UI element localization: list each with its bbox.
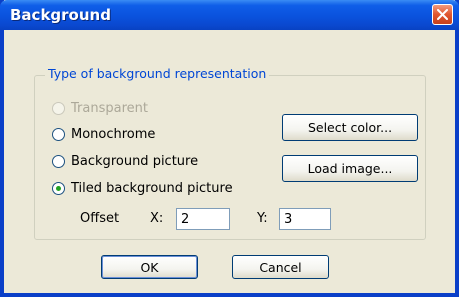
- group-legend: Type of background representation: [45, 66, 270, 81]
- radio-selected-dot: [56, 185, 61, 191]
- radio-label: Monochrome: [71, 126, 156, 142]
- radio-button[interactable]: [52, 127, 65, 141]
- cancel-button[interactable]: Cancel: [232, 255, 329, 279]
- radio-button[interactable]: [52, 154, 65, 168]
- radio-transparent[interactable]: Transparent: [52, 99, 148, 117]
- select-color-button[interactable]: Select color...: [282, 114, 418, 141]
- close-icon: [437, 9, 448, 20]
- offset-x-label: X:: [150, 211, 164, 226]
- radio-background-picture[interactable]: Background picture: [52, 152, 198, 170]
- radio-monochrome[interactable]: Monochrome: [52, 125, 155, 143]
- close-button[interactable]: [432, 4, 453, 25]
- radio-button[interactable]: [52, 181, 65, 195]
- ok-button[interactable]: OK: [101, 255, 198, 279]
- radio-label: Transparent: [71, 100, 148, 116]
- offset-x-field[interactable]: 2: [176, 208, 230, 230]
- dialog-title: Background: [10, 6, 111, 24]
- offset-y-field[interactable]: 3: [279, 208, 331, 230]
- radio-label: Tiled background picture: [71, 180, 233, 196]
- title-bar: Background: [0, 0, 459, 30]
- offset-y-label: Y:: [257, 211, 268, 226]
- radio-tiled-background-picture[interactable]: Tiled background picture: [52, 179, 233, 197]
- radio-button[interactable]: [52, 101, 65, 115]
- radio-label: Background picture: [71, 153, 199, 169]
- offset-label: Offset: [80, 211, 120, 226]
- load-image-button[interactable]: Load image...: [282, 155, 418, 182]
